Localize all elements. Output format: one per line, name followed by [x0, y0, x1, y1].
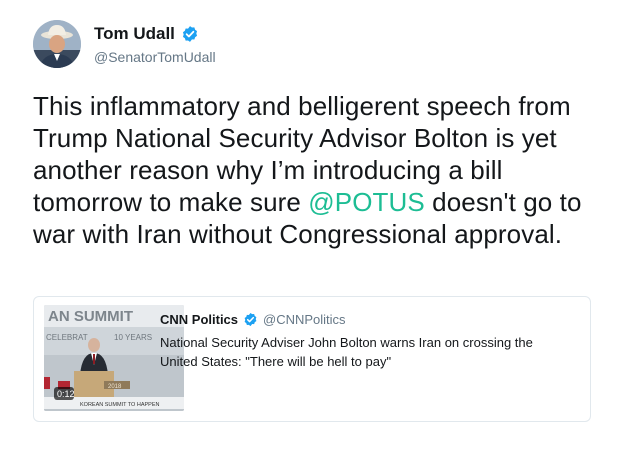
thumbnail-banner-top: AN SUMMIT — [48, 308, 133, 325]
quoted-tweet-card[interactable]: AN SUMMIT CELEBRAT 10 YEARS 2018 KOREAN … — [33, 296, 591, 422]
video-timestamp: 0:12 — [57, 389, 75, 399]
tweet-text: This inflammatory and belligerent speech… — [33, 90, 603, 250]
author-avatar[interactable] — [33, 20, 81, 68]
verified-badge-icon — [182, 26, 197, 42]
thumbnail-podium-year: 2018 — [108, 384, 122, 390]
thumbnail-banner-years: 10 YEARS — [114, 333, 152, 342]
thumbnail-banner-sub: CELEBRAT — [46, 333, 88, 342]
quoted-handle[interactable]: @CNNPolitics — [263, 312, 346, 327]
user-avatar-icon — [33, 20, 81, 68]
author-handle[interactable]: @SenatorTomUdall — [94, 49, 216, 65]
quoted-tweet-header: CNN Politics @CNNPolitics — [160, 312, 346, 327]
quoted-display-name[interactable]: CNN Politics — [160, 312, 238, 327]
verified-badge-icon — [244, 312, 257, 327]
author-display-name[interactable]: Tom Udall — [94, 24, 175, 44]
thumbnail-ticker: KOREAN SUMMIT TO HAPPEN — [80, 402, 159, 408]
mention-link[interactable]: @POTUS — [308, 187, 425, 217]
tweet: Tom Udall @SenatorTomUdall This inflamma… — [0, 0, 623, 458]
quoted-tweet-text: National Security Adviser John Bolton wa… — [160, 335, 533, 369]
author-name[interactable]: Tom Udall — [94, 24, 199, 44]
